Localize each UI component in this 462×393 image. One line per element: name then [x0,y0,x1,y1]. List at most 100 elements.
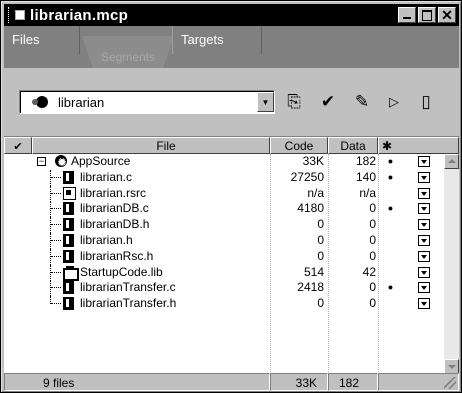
file-row[interactable]: librarianTransfer.c 2418 0 • [4,280,441,297]
file-name: librarian.c [80,169,133,184]
file-row[interactable]: librarian.h 0 0 [4,232,441,249]
status-code-total: 33K [270,373,328,391]
view-tabs: Files Segments Targets [4,26,459,68]
tab-files[interactable]: Files [4,26,80,54]
code-column-header[interactable]: Code [270,137,328,154]
file-popup-menu-icon[interactable] [418,156,430,167]
list-header: ✔ File Code Data ✱ [4,137,459,154]
scroll-down-button[interactable] [444,359,459,374]
file-name: librarianRsc.h [80,248,154,263]
tree-line [51,176,61,178]
title-bar[interactable]: librarian.mcp ✕ [4,4,459,26]
touch-column-header[interactable]: ✔ [4,137,32,154]
status-data-total: 182 [328,373,378,391]
tree-line [51,303,61,305]
drag-grip[interactable] [8,7,10,23]
debug-icon: ▯ [421,92,431,111]
scroll-up-button[interactable] [444,154,459,169]
file-row[interactable]: librarian.c 27250 140 • [4,169,441,186]
file-popup-menu-icon[interactable] [418,234,430,246]
debug-column-header[interactable]: ✱ [378,137,459,154]
code-size: 4180 [297,201,324,216]
target-dropdown-value: librarian [58,94,105,110]
library-file-icon [63,265,79,281]
data-size: 0 [369,232,376,247]
source-file-icon [63,249,74,263]
file-column-header[interactable]: File [32,137,270,154]
file-rows: − AppSource 33K 182 • librarian.c 27250 140 • lib… [4,154,441,312]
data-size: n/a [359,185,376,200]
file-list: ✔ File Code Data ✱ − AppSource 33K 182 • libr… [4,136,459,374]
code-size: 27250 [290,169,324,184]
file-popup-menu-icon[interactable] [418,298,430,310]
data-size: 0 [369,201,376,216]
data-size: 0 [369,280,376,295]
tree-line [50,248,51,265]
file-row[interactable]: StartupCode.lib 514 42 [4,264,441,281]
code-size: 0 [317,296,324,311]
tab-targets[interactable]: Targets [172,26,262,54]
source-file-icon [63,218,74,232]
source-file-icon [63,297,74,311]
file-name: librarian.rsrc [80,185,147,200]
check-syntax-icon: ✔ [320,92,336,111]
file-popup-menu-icon[interactable] [418,171,430,183]
project-icon [15,10,25,20]
resize-grip-icon[interactable] [444,377,456,389]
file-popup-menu-icon[interactable] [418,219,430,231]
project-window: librarian.mcp ✕ Files Segments Targets l… [0,0,462,393]
status-bar: 9 files 33K 182 [4,373,459,391]
check-syntax-button[interactable]: ✔ [316,90,340,114]
code-size: n/a [307,185,324,200]
file-row[interactable]: librarianDB.c 4180 0 • [4,201,441,218]
tree-line [51,208,61,210]
group-row[interactable]: − AppSource 33K 182 • [4,154,441,170]
maximize-button[interactable] [418,7,436,23]
chevron-down-icon[interactable]: ▼ [257,92,274,112]
file-popup-menu-icon[interactable] [418,203,430,215]
data-size: 140 [355,169,376,184]
file-row[interactable]: librarianTransfer.h 0 0 [4,296,441,312]
run-button[interactable]: ▷ [382,90,406,114]
close-button[interactable]: ✕ [438,7,456,23]
status-filler [378,373,459,391]
tree-line [51,271,61,273]
code-size: 514 [303,264,324,279]
debug-enabled-marker[interactable]: • [388,280,393,294]
window-title: librarian.mcp [30,6,129,24]
minimize-button[interactable] [398,7,416,23]
data-size: 0 [369,248,376,263]
synchronize-button[interactable]: ⎘ [282,90,306,114]
debug-enabled-marker[interactable]: • [388,154,393,168]
target-icon [32,94,52,110]
file-popup-menu-icon[interactable] [418,282,430,294]
file-popup-menu-icon[interactable] [418,187,430,199]
file-row[interactable]: librarianDB.h 0 0 [4,217,441,234]
tree-line [50,280,51,297]
code-size: 0 [317,248,324,263]
tree-line [50,264,51,281]
debug-enabled-marker[interactable]: • [388,201,393,215]
data-size: 0 [369,217,376,232]
debug-button[interactable]: ▯ [414,90,438,114]
vertical-scrollbar[interactable] [444,154,459,374]
file-row[interactable]: librarian.rsrc n/a n/a [4,185,441,202]
file-row[interactable]: librarianRsc.h 0 0 [4,248,441,265]
tab-segments[interactable]: Segments [82,36,174,68]
file-name: StartupCode.lib [80,264,163,279]
tree-line [51,239,61,241]
file-name: librarianTransfer.c [80,280,176,295]
file-popup-menu-icon[interactable] [418,266,430,278]
make-button[interactable]: ✎ [350,90,374,114]
debug-enabled-marker[interactable]: • [388,170,393,184]
file-name: AppSource [71,154,131,168]
group-folder-icon [55,155,68,168]
tab-strip-filler [262,26,459,68]
code-size: 33K [302,154,324,168]
data-column-header[interactable]: Data [328,137,378,154]
file-popup-menu-icon[interactable] [418,250,430,262]
data-size: 182 [355,154,376,168]
tree-line [50,232,51,249]
collapse-toggle-icon[interactable]: − [37,157,46,166]
target-dropdown[interactable]: librarian ▼ [19,90,275,114]
